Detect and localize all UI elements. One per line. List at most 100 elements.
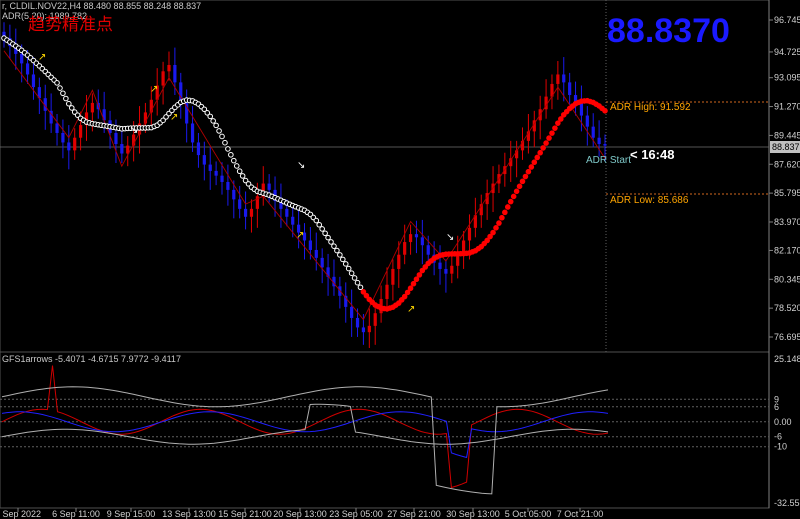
trend-dot — [513, 188, 520, 195]
indicator-tick-label: 0.00 — [774, 417, 792, 427]
zigzag-line — [3, 50, 606, 321]
trend-dot — [493, 225, 499, 231]
candle-body — [232, 189, 236, 200]
candle-body — [391, 268, 395, 285]
candle-body — [414, 234, 419, 238]
candle-body — [403, 242, 407, 255]
trend-dot — [337, 252, 343, 258]
price-chart[interactable]: ↗ ↘ ↗ ↗ ↘ ↗ ↘ ↗ r, CLDIL.NOV22,H4 88.480 88.855… — [0, 0, 800, 519]
candle-body — [196, 142, 201, 156]
candle-body — [426, 245, 430, 255]
trend-dot — [316, 221, 323, 228]
trend-dot — [546, 135, 552, 141]
signal-arrow-icon: ↗ — [407, 304, 415, 315]
candle-body — [31, 74, 36, 88]
trend-dot — [537, 149, 543, 156]
trend-dot — [543, 140, 549, 146]
price-axis: 96.745 94.725 93.095 91.270 89.445 87.620 85.7… — [769, 15, 800, 342]
candle-body — [367, 325, 371, 333]
candle-body — [238, 199, 242, 209]
time-tick-label: 30 Sep 13:00 — [446, 509, 500, 519]
candle-body — [202, 155, 206, 165]
trend-dot — [213, 122, 219, 129]
candle-body — [173, 64, 177, 83]
big-price-readout: 88.8370 — [607, 12, 730, 50]
trend-dot — [549, 130, 555, 136]
trend-dot — [502, 209, 508, 216]
signal-arrow-icon: ↗ — [170, 112, 178, 123]
indicator-tick-label: -32.5581 — [774, 498, 800, 508]
trend-dot — [239, 173, 246, 179]
current-price-tag: 88.837 — [772, 142, 800, 152]
candle-body — [20, 53, 24, 64]
candle-body — [585, 115, 589, 127]
trend-dot — [413, 276, 420, 283]
indicator-lines — [1, 365, 609, 495]
trend-dot — [351, 275, 358, 281]
candle-body — [55, 123, 59, 133]
time-tick-label: 6 Sep 11:00 — [52, 509, 100, 519]
candle-body — [243, 208, 248, 217]
candle-body — [267, 183, 271, 190]
trend-dot — [228, 151, 234, 158]
time-tick-label: 1 Sep 2022 — [0, 509, 41, 519]
time-tick-label: 5 Oct 05:00 — [505, 509, 552, 519]
candle-body — [161, 71, 165, 86]
trend-dot — [525, 168, 532, 175]
trend-dot — [522, 173, 529, 180]
trend-dot — [319, 226, 325, 232]
candle-body — [308, 240, 312, 250]
trend-dot — [504, 204, 511, 210]
indicator-blue-line — [1, 411, 609, 459]
price-tick-label: 85.795 — [774, 188, 800, 198]
trend-dot — [207, 113, 214, 120]
adr-low-label: ADR Low: 85.686 — [610, 195, 689, 206]
candle-body — [385, 284, 389, 299]
price-tick-label: 94.725 — [774, 47, 800, 57]
trend-dot — [516, 183, 523, 190]
time-tick-label: 15 Sep 21:00 — [218, 509, 272, 519]
trend-dot — [339, 256, 346, 263]
candle-body — [562, 74, 566, 83]
adr-high-label: ADR High: 91.592 — [610, 102, 691, 113]
time-tick-label: 23 Sep 05:00 — [329, 509, 383, 519]
candle-body — [420, 237, 424, 246]
trend-dot — [410, 280, 417, 287]
price-tick-label: 76.695 — [774, 332, 800, 342]
time-tick-label: 13 Sep 13:00 — [162, 509, 216, 519]
candle-body — [350, 306, 354, 318]
trend-dot — [401, 293, 408, 300]
trend-dot — [328, 239, 334, 245]
price-tick-label: 91.270 — [774, 102, 800, 112]
trend-dot — [552, 125, 558, 131]
candle-body — [73, 137, 77, 151]
signal-arrow-icon: ↘ — [297, 160, 305, 171]
time-tick-label: 27 Sep 21:00 — [387, 509, 441, 519]
trend-dot — [348, 270, 355, 277]
candle-body — [408, 234, 413, 243]
candle-body — [25, 63, 30, 75]
candle-body — [67, 142, 71, 151]
trend-dot — [216, 128, 222, 134]
candle-body — [285, 208, 289, 217]
trend-dot — [416, 272, 423, 278]
adr-start-label: ADR Start — [586, 155, 631, 166]
price-tick-label: 87.620 — [774, 159, 800, 169]
candle-body — [397, 254, 401, 269]
trend-dot — [331, 243, 337, 249]
candle-body — [220, 175, 224, 182]
main-panel-frame — [0, 0, 770, 353]
candles-group — [2, 22, 607, 348]
candle-body — [208, 164, 212, 171]
candle-body — [597, 137, 601, 145]
trend-dot — [528, 164, 535, 170]
price-tick-label: 78.520 — [774, 303, 800, 313]
candle-body — [579, 102, 584, 116]
trend-dot — [230, 157, 237, 164]
candle-body — [444, 268, 448, 274]
trend-dot — [490, 229, 496, 236]
trend-dot — [334, 247, 340, 254]
price-tick-label: 93.095 — [774, 73, 800, 83]
trend-dot — [236, 168, 243, 175]
trend-dot — [558, 116, 564, 122]
